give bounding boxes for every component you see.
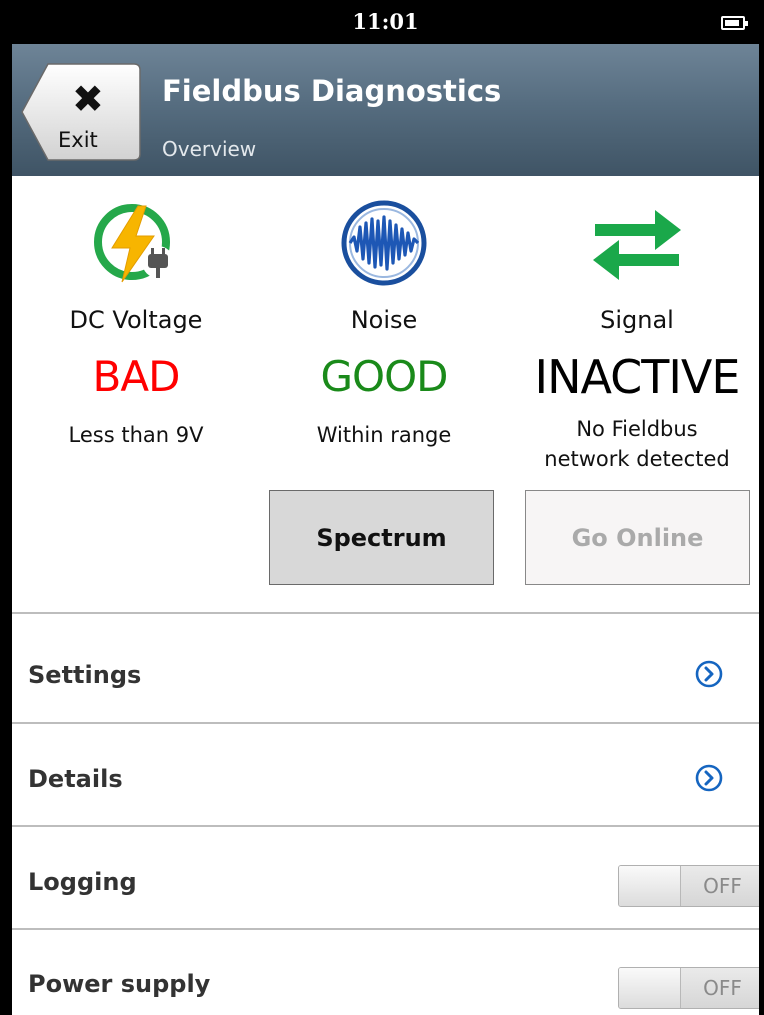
noise-description: Within range [316,423,452,447]
noise-status: GOOD [320,352,448,401]
power-supply-row: Power supply OFF [12,933,759,1015]
signal-description-line2: network detected [544,447,730,471]
spectrum-button[interactable]: Spectrum [269,490,494,585]
exit-label: Exit [58,128,98,152]
divider [12,722,759,724]
dc-voltage-status: BAD [92,352,181,401]
noise-label: Noise [350,306,418,334]
details-label: Details [28,765,123,793]
battery-icon [721,16,748,30]
app-header: ✖ Exit Fieldbus Diagnostics Overview [12,44,759,176]
status-bar: 11:01 [12,0,759,44]
divider [12,612,759,614]
details-row[interactable]: Details [12,728,759,828]
power-supply-toggle[interactable]: OFF [618,967,759,1009]
logging-row: Logging OFF [12,831,759,931]
settings-label: Settings [28,661,142,689]
toggle-knob [619,866,681,906]
signal-description-line1: No Fieldbus [576,417,698,441]
toggle-state: OFF [681,968,759,1008]
app-screen: 11:01 ✖ Exit Fieldbus Diagnostics Overvi… [12,0,759,1015]
go-online-button[interactable]: Go Online [525,490,750,585]
exchange-arrows-icon [517,198,757,288]
signal-indicator: Signal INACTIVE No Fieldbus network dete… [517,198,757,474]
dc-voltage-indicator: DC Voltage BAD Less than 9V [16,198,256,450]
logging-toggle[interactable]: OFF [618,865,759,907]
logging-label: Logging [28,868,137,896]
chevron-right-icon[interactable] [695,764,723,792]
toggle-state: OFF [681,866,759,906]
waveform-icon [264,198,504,288]
close-icon: ✖ [72,77,104,121]
settings-row[interactable]: Settings [12,624,759,724]
dc-voltage-label: DC Voltage [69,306,203,334]
exit-button[interactable]: ✖ Exit [20,62,142,162]
dc-voltage-description: Less than 9V [68,423,204,447]
page-subtitle: Overview [162,137,257,161]
power-supply-label: Power supply [28,970,211,998]
noise-indicator: Noise GOOD Within range [264,198,504,450]
page-title: Fieldbus Diagnostics [162,74,502,108]
signal-label: Signal [600,306,674,334]
signal-status: INACTIVE [534,350,741,404]
signal-description: No Fieldbus network detected [517,414,757,474]
chevron-right-icon[interactable] [695,660,723,688]
divider [12,825,759,827]
power-plug-icon [16,198,256,288]
toggle-knob [619,968,681,1008]
status-time: 11:01 [352,9,419,34]
divider [12,928,759,930]
